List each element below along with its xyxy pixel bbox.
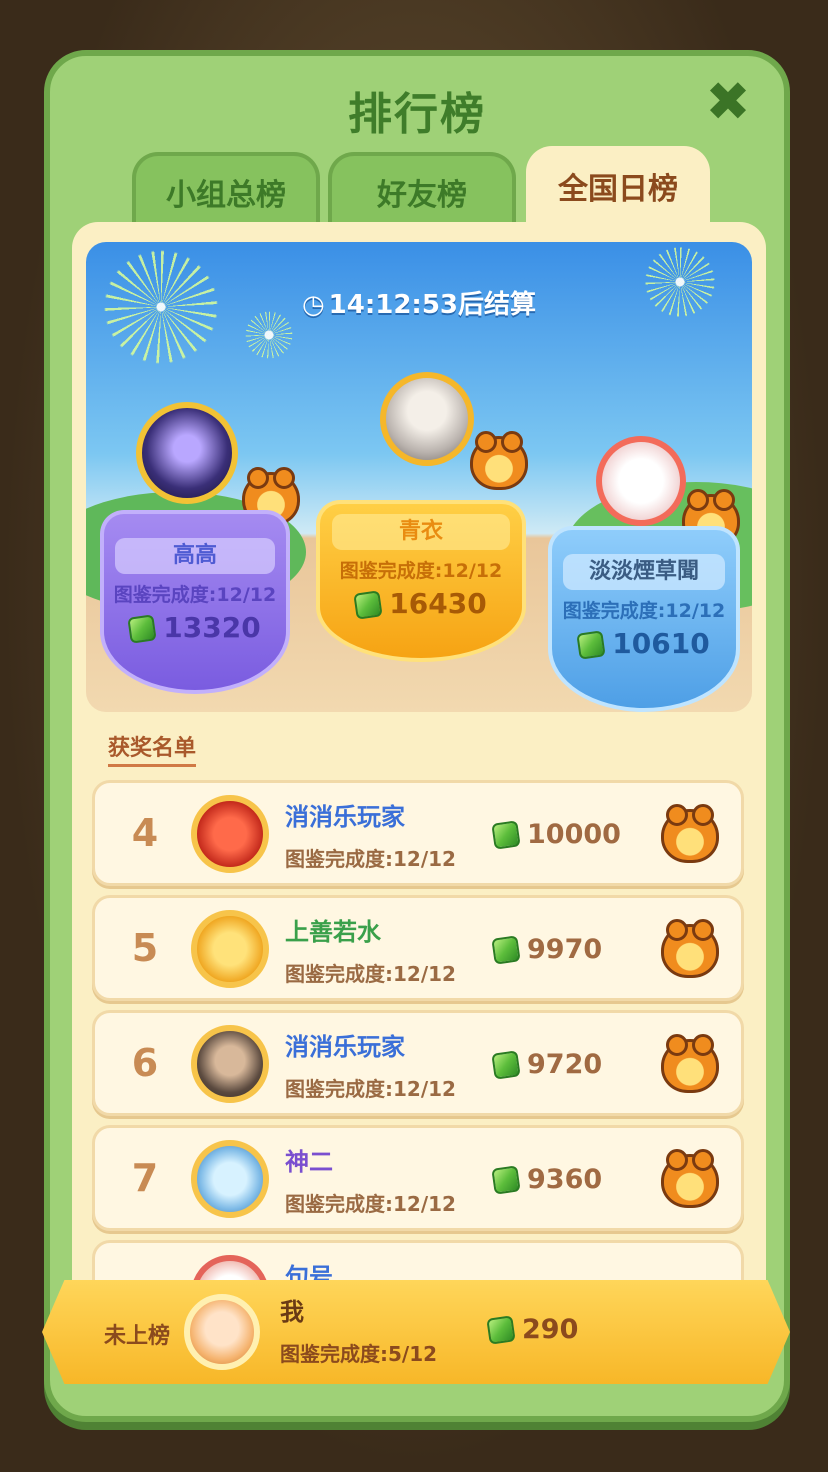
leaderboard-panel: 排行榜 ✖ 小组总榜 好友榜 全国日榜 ◷ 14:12:53后结算 高高 图鉴完成… [44,50,790,1422]
gem-icon [491,935,521,965]
podium-score: 13320 [104,611,286,644]
avatar[interactable] [191,795,269,873]
clock-icon: ◷ [301,290,325,320]
ranking-row[interactable]: 4 消消乐玩家 图鉴完成度:12/12 10000 [92,780,744,886]
avatar-rank-2[interactable] [136,402,238,504]
player-score: 10000 [491,819,621,850]
score-value: 9720 [527,1049,603,1080]
player-name: 消消乐玩家 [285,1033,405,1061]
avatar[interactable] [191,1025,269,1103]
tiger-badge-icon [661,919,719,978]
settlement-timer: ◷ 14:12:53后结算 [86,284,752,321]
leaderboard-content: ◷ 14:12:53后结算 高高 图鉴完成度:12/12 13320 青衣 图鉴完… [72,222,766,1334]
player-progress: 图鉴完成度:12/12 [285,962,456,986]
gem-icon [491,820,521,850]
my-rank-status: 未上榜 [104,1324,171,1349]
podium-score: 10610 [552,627,736,660]
player-name: 消消乐玩家 [285,803,405,831]
ranking-list[interactable]: 4 消消乐玩家 图鉴完成度:12/12 10000 5 上善若水 图鉴完成度:1… [92,780,744,1334]
podium-rank-3: 淡淡煙草聞 图鉴完成度:12/12 10610 [548,526,740,712]
podium-rank-1: 青衣 图鉴完成度:12/12 16430 [316,500,526,662]
podium-rank-2: 高高 图鉴完成度:12/12 13320 [100,510,290,694]
rank-number: 7 [131,1156,159,1200]
timer-text: 14:12:53后结算 [328,290,537,320]
tiger-badge-icon [661,804,719,863]
tab-national-daily[interactable]: 全国日榜 [526,146,710,228]
my-score: 290 [486,1314,579,1345]
tiger-badge-icon [661,1034,719,1093]
tiger-badge-icon [470,431,528,490]
ranking-row[interactable]: 5 上善若水 图鉴完成度:12/12 9970 [92,895,744,1001]
player-progress: 图鉴完成度:12/12 [285,1077,456,1101]
podium-stage: ◷ 14:12:53后结算 高高 图鉴完成度:12/12 13320 青衣 图鉴完… [86,242,752,712]
player-score: 9360 [491,1164,603,1195]
tab-group-total[interactable]: 小组总榜 [132,152,320,228]
gem-icon [127,614,157,644]
avatar-rank-1[interactable] [380,372,474,466]
score-value: 10610 [612,627,710,660]
score-value: 290 [522,1314,579,1345]
my-rank-bar: 未上榜 我 图鉴完成度:5/12 290 [42,1280,790,1384]
tiger-badge-icon [661,1149,719,1208]
score-value: 16430 [389,587,487,620]
gem-icon [353,590,383,620]
panel-title: 排行榜 [348,89,486,140]
podium-progress: 图鉴完成度:12/12 [113,584,277,606]
gem-icon [491,1050,521,1080]
podium-progress: 图鉴完成度:12/12 [339,560,503,582]
player-name: 神二 [285,1148,333,1176]
tab-friends[interactable]: 好友榜 [328,152,516,228]
my-name: 我 [280,1298,304,1326]
score-value: 13320 [163,611,261,644]
gem-icon [491,1165,521,1195]
my-progress: 图鉴完成度:5/12 [280,1342,438,1366]
player-progress: 图鉴完成度:12/12 [285,1192,456,1216]
avatar-rank-3[interactable] [596,436,686,526]
close-icon[interactable]: ✖ [702,75,754,129]
player-name: 上善若水 [285,918,381,946]
player-score: 9720 [491,1049,603,1080]
awards-list-title: 获奖名单 [108,730,197,767]
podium-name: 淡淡煙草聞 [563,554,725,590]
podium-progress: 图鉴完成度:12/12 [562,600,726,622]
gem-icon [576,630,606,660]
tab-bar: 小组总榜 好友榜 全国日榜 [132,146,722,228]
my-avatar[interactable] [184,1294,260,1370]
podium-name: 青衣 [332,514,510,550]
score-value: 9360 [527,1164,603,1195]
podium-score: 16430 [320,587,522,620]
gem-icon [486,1315,516,1345]
ranking-row[interactable]: 6 消消乐玩家 图鉴完成度:12/12 9720 [92,1010,744,1116]
score-value: 10000 [527,819,621,850]
rank-number: 6 [131,1041,159,1085]
avatar[interactable] [191,910,269,988]
rank-number: 5 [131,926,159,970]
avatar[interactable] [191,1140,269,1218]
player-progress: 图鉴完成度:12/12 [285,847,456,871]
podium-name: 高高 [114,538,276,574]
ranking-row[interactable]: 7 神二 图鉴完成度:12/12 9360 [92,1125,744,1231]
rank-number: 4 [131,811,159,855]
score-value: 9970 [527,934,603,965]
player-score: 9970 [491,934,603,965]
